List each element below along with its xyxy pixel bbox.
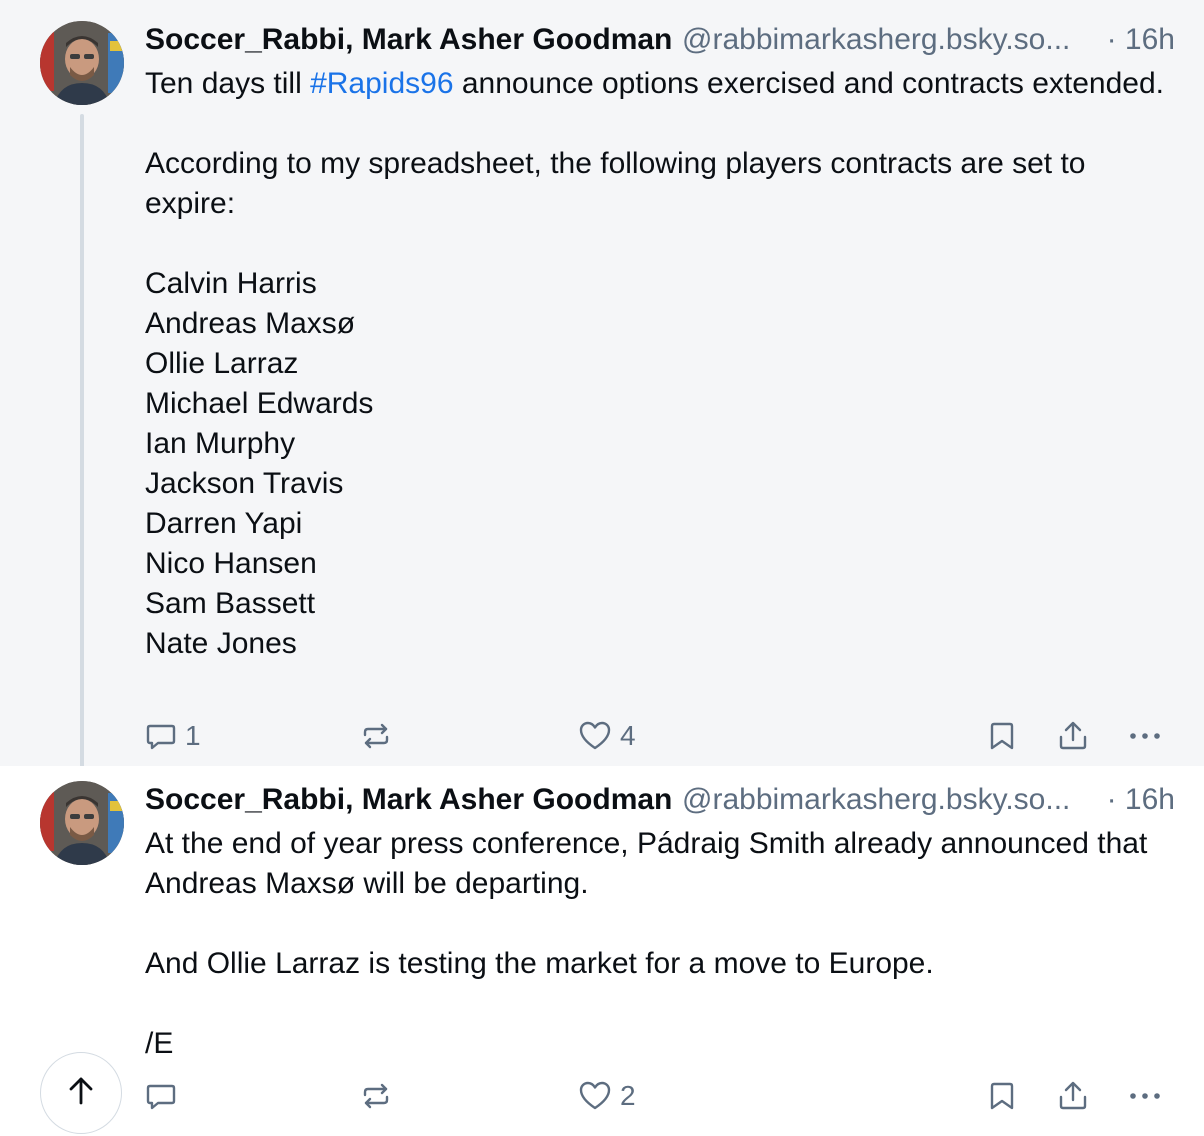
- player-name: Calvin Harris: [145, 267, 317, 300]
- thread-post-1[interactable]: Soccer_Rabbi, Mark Asher Goodman @rabbim…: [0, 0, 1204, 774]
- post-actions: 1 4: [0, 714, 1204, 758]
- player-name: Michael Edwards: [145, 387, 374, 420]
- post-paragraph: Ten days till #Rapids96 announce options…: [145, 64, 1175, 104]
- author-name[interactable]: Soccer_Rabbi, Mark Asher Goodman: [145, 783, 672, 816]
- bookmark-button[interactable]: [987, 1074, 1017, 1118]
- more-options-button[interactable]: [1127, 1074, 1163, 1118]
- heart-icon: [578, 720, 612, 752]
- speech-bubble-icon: [145, 720, 177, 752]
- post-timestamp[interactable]: · 16h: [1107, 780, 1175, 820]
- author-name[interactable]: Soccer_Rabbi, Mark Asher Goodman: [145, 23, 672, 56]
- like-count: 4: [620, 720, 636, 751]
- arrow-up-icon: [64, 1074, 98, 1113]
- repost-button[interactable]: [360, 1074, 392, 1118]
- heart-icon: [578, 1080, 612, 1112]
- reply-button[interactable]: 1: [145, 714, 201, 758]
- repost-arrows-icon: [360, 1080, 392, 1112]
- bookmark-button[interactable]: [987, 714, 1017, 758]
- player-name: Nate Jones: [145, 627, 297, 660]
- post-paragraph: And Ollie Larraz is testing the market f…: [145, 947, 934, 980]
- like-count: 2: [620, 1080, 636, 1111]
- post-paragraph: According to my spreadsheet, the followi…: [145, 147, 1086, 220]
- post-header: Soccer_Rabbi, Mark Asher Goodman @rabbim…: [145, 780, 1180, 820]
- share-icon: [1056, 720, 1090, 752]
- like-button[interactable]: 4: [578, 714, 636, 758]
- avatar[interactable]: [40, 21, 124, 105]
- more-options-button[interactable]: [1127, 714, 1163, 758]
- repost-arrows-icon: [360, 720, 392, 752]
- post-text: announce options exercised and contracts…: [453, 67, 1164, 100]
- post-paragraph: At the end of year press conference, Pád…: [145, 827, 1148, 900]
- share-button[interactable]: [1056, 714, 1090, 758]
- bookmark-icon: [987, 1080, 1017, 1112]
- post-header: Soccer_Rabbi, Mark Asher Goodman @rabbim…: [145, 20, 1180, 60]
- share-icon: [1056, 1080, 1090, 1112]
- speech-bubble-icon: [145, 1080, 177, 1112]
- share-button[interactable]: [1056, 1074, 1090, 1118]
- thread-connector-line: [80, 114, 84, 774]
- scroll-to-top-button[interactable]: [40, 1052, 122, 1134]
- thread-post-2[interactable]: Soccer_Rabbi, Mark Asher Goodman @rabbim…: [0, 766, 1204, 1136]
- player-name: Darren Yapi: [145, 507, 303, 540]
- player-name: Ian Murphy: [145, 427, 296, 460]
- post-paragraph: /E: [145, 1027, 174, 1060]
- player-name: Andreas Maxsø: [145, 307, 356, 340]
- author-handle[interactable]: @rabbimarkasherg.bsky.so...: [682, 780, 1070, 820]
- reply-button[interactable]: [145, 1074, 185, 1118]
- player-name: Sam Bassett: [145, 587, 316, 620]
- avatar[interactable]: [40, 781, 124, 865]
- reply-count: 1: [185, 720, 201, 751]
- hashtag-link[interactable]: #Rapids96: [310, 67, 453, 100]
- ellipsis-icon: [1127, 720, 1163, 752]
- post-actions: 2: [0, 1074, 1204, 1118]
- player-name: Nico Hansen: [145, 547, 317, 580]
- player-name: Jackson Travis: [145, 467, 344, 500]
- player-name: Ollie Larraz: [145, 347, 299, 380]
- post-text: Ten days till: [145, 67, 311, 100]
- author-handle[interactable]: @rabbimarkasherg.bsky.so...: [682, 20, 1070, 60]
- like-button[interactable]: 2: [578, 1074, 636, 1118]
- post-body: At the end of year press conference, Pád…: [145, 824, 1175, 1064]
- ellipsis-icon: [1127, 1080, 1163, 1112]
- post-timestamp[interactable]: · 16h: [1107, 20, 1175, 60]
- post-body: Ten days till #Rapids96 announce options…: [145, 64, 1175, 664]
- repost-button[interactable]: [360, 714, 392, 758]
- bookmark-icon: [987, 720, 1017, 752]
